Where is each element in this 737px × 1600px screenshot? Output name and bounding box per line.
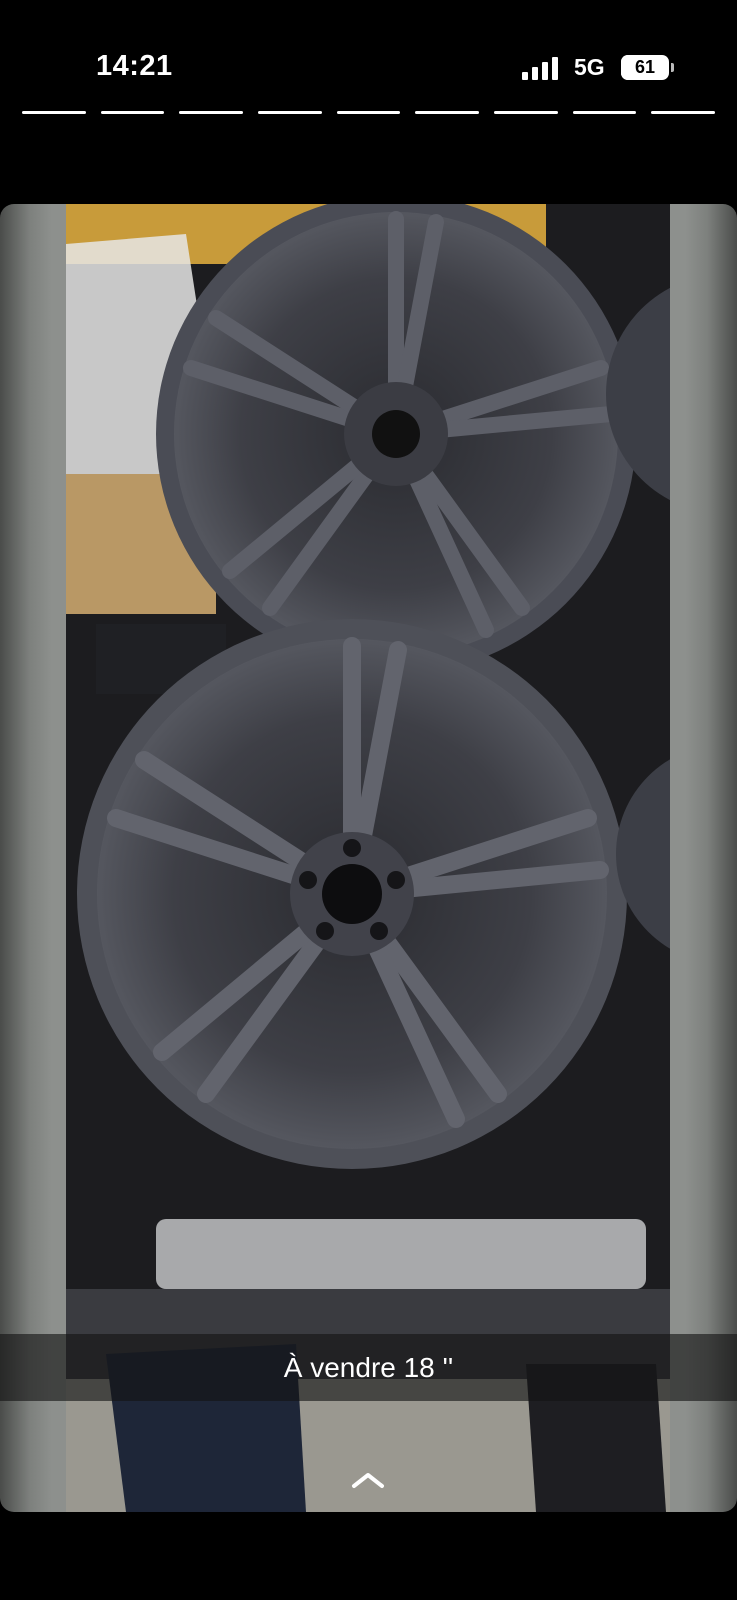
chevron-up-icon[interactable] xyxy=(350,1470,386,1490)
story-progress-segment xyxy=(100,111,165,114)
story-progress-fill xyxy=(572,111,637,114)
story-progress-fill xyxy=(179,111,244,114)
story-progress-segment xyxy=(258,111,322,114)
story-progress-fill xyxy=(258,111,322,114)
story-progress-fill xyxy=(100,111,165,114)
network-type: 5G xyxy=(574,54,605,80)
story-progress-fill xyxy=(22,111,86,114)
story-progress-segment xyxy=(336,111,401,114)
story-progress-segment xyxy=(651,111,716,114)
story-progress-fill xyxy=(415,111,480,114)
battery-tip xyxy=(671,63,674,72)
story-progress-segment xyxy=(179,111,244,114)
story-progress-segment xyxy=(494,111,558,114)
story-photo xyxy=(66,204,737,1512)
story-caption: À vendre 18 '' xyxy=(283,1352,454,1383)
status-time: 14:21 xyxy=(96,50,173,82)
story-progress-bar xyxy=(22,111,716,114)
story-progress-segment xyxy=(415,111,480,114)
wheels-photo-illustration xyxy=(66,204,737,1512)
cellular-signal-icon xyxy=(522,57,562,80)
story-progress-fill xyxy=(336,111,401,114)
status-bar: 14:21 5G 61 xyxy=(0,0,737,100)
story-progress-fill xyxy=(651,111,716,114)
story-caption-bar: À vendre 18 '' xyxy=(0,1334,737,1401)
story-progress-fill xyxy=(494,111,558,114)
battery-percent: 61 xyxy=(634,57,656,77)
story-frame[interactable]: À vendre 18 '' xyxy=(0,204,737,1512)
story-progress-segment xyxy=(22,111,86,114)
story-progress-segment xyxy=(572,111,637,114)
battery-icon: 61 xyxy=(621,55,669,80)
